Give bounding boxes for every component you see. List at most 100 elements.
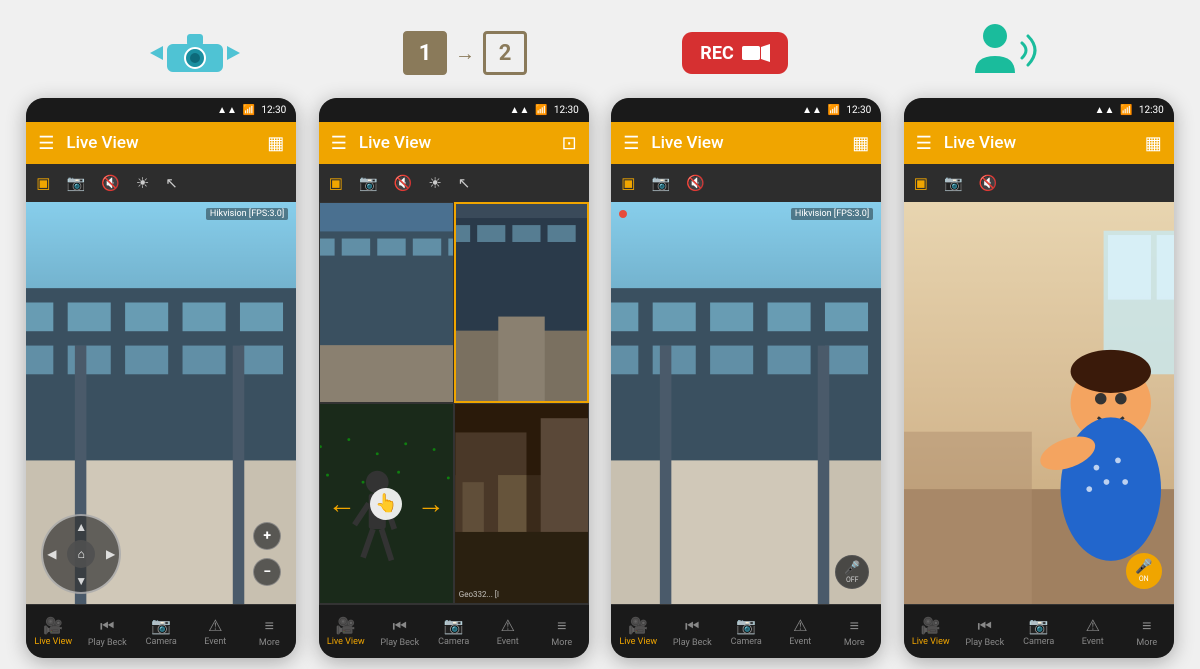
snapshot-icon[interactable]: 📷	[651, 174, 670, 192]
layout-icon[interactable]: ⊡	[562, 133, 577, 154]
dpad-up[interactable]: ▲	[75, 520, 87, 534]
nav-live-view[interactable]: 🎥 Live View	[611, 616, 665, 647]
nav-live-icon: 🎥	[628, 616, 648, 635]
phone2-video-grid: ← 👆 → Geo332... [I	[319, 202, 589, 604]
phone2-app-bar: ☰ Live View ⊡	[319, 122, 589, 164]
nav-live-view[interactable]: 🎥 Live View	[26, 616, 80, 647]
top-icons-row: 1 → 2 REC	[0, 0, 1200, 98]
mic-icon: 🎤	[844, 561, 860, 576]
snapshot-icon[interactable]: 📷	[359, 174, 378, 192]
nav-live-label: Live View	[619, 637, 657, 647]
brightness-icon[interactable]: ☀	[136, 174, 149, 192]
nav-play-label: Play Beck	[965, 638, 1004, 648]
menu-icon[interactable]: ☰	[623, 133, 639, 154]
layout-icon[interactable]: ▦	[852, 133, 869, 154]
mute-icon[interactable]: 🔇	[686, 174, 705, 192]
video-camera-icon	[742, 42, 770, 64]
zoom-out-button[interactable]: −	[253, 558, 281, 586]
nav-event[interactable]: ⚠ Event	[481, 616, 535, 647]
nav-live-view[interactable]: 🎥 Live View	[904, 616, 958, 647]
nav-camera[interactable]: 📷 Camera	[719, 616, 773, 647]
app-title: Live View	[66, 133, 267, 153]
mic-off-badge[interactable]: 🎤 OFF	[835, 555, 869, 589]
phone2-status-bar: ▲▲ 📶 12:30	[319, 98, 589, 122]
nav-camera-icon: 📷	[444, 616, 464, 635]
nav-playback[interactable]: ⏮ Play Beck	[80, 616, 134, 648]
mute-icon[interactable]: 🔇	[101, 174, 120, 192]
pointer-icon[interactable]: ↖	[165, 174, 178, 192]
nav-more[interactable]: ≡ More	[827, 616, 881, 648]
dpad-down[interactable]: ▼	[75, 574, 87, 588]
rec-button-icon: REC	[682, 32, 787, 74]
mute-icon[interactable]: 🔇	[394, 174, 413, 192]
nav-camera-label: Camera	[1023, 637, 1054, 647]
nav-event-icon: ⚠	[208, 616, 222, 635]
nav-more[interactable]: ≡ More	[242, 616, 296, 648]
dpad-right[interactable]: ▶	[106, 547, 115, 561]
dpad-home[interactable]: ⌂	[67, 540, 95, 568]
nav-more[interactable]: ≡ More	[535, 616, 589, 648]
nav-more[interactable]: ≡ More	[1120, 616, 1174, 648]
video-icon[interactable]: ▣	[621, 174, 635, 192]
menu-icon[interactable]: ☰	[916, 133, 932, 154]
zoom-controls: + −	[253, 522, 281, 586]
nav-camera[interactable]: 📷 Camera	[1012, 616, 1066, 647]
zoom-in-button[interactable]: +	[253, 522, 281, 550]
nav-live-icon: 🎥	[921, 616, 941, 635]
menu-icon[interactable]: ☰	[38, 133, 54, 154]
nav-camera[interactable]: 📷 Camera	[134, 616, 188, 647]
grid-cell-3: ← 👆 →	[319, 403, 454, 604]
pointer-icon[interactable]: ↖	[458, 174, 471, 192]
num-switch-icon-container: 1 → 2	[365, 31, 565, 75]
nav-play-label: Play Beck	[673, 638, 712, 648]
phone3-bottom-nav: 🎥 Live View ⏮ Play Beck 📷 Camera ⚠ Event…	[611, 604, 881, 658]
brightness-icon[interactable]: ☀	[428, 174, 441, 192]
two-way-audio-icon	[960, 18, 1050, 88]
video-fps-label: Hikvision [FPS:3.0]	[206, 208, 288, 220]
phone2-bottom-nav: 🎥 Live View ⏮ Play Beck 📷 Camera ⚠ Event…	[319, 604, 589, 658]
app-title: Live View	[944, 133, 1145, 153]
snapshot-icon[interactable]: 📷	[944, 174, 963, 192]
ptz-controls-overlay: ▲ ▼ ◀ ▶ ⌂ + −	[26, 504, 296, 604]
mic-on-badge[interactable]: 🎤 ON	[1126, 553, 1162, 589]
nav-more-icon: ≡	[850, 616, 859, 636]
dpad-left[interactable]: ◀	[47, 547, 56, 561]
signal-icon: ▲▲	[802, 105, 822, 116]
nav-event[interactable]: ⚠ Event	[773, 616, 827, 647]
directional-pad[interactable]: ▲ ▼ ◀ ▶ ⌂	[41, 514, 121, 594]
phone-4: ▲▲ 📶 12:30 ☰ Live View ▦ ▣ 📷 🔇	[904, 98, 1174, 658]
phone1-app-bar: ☰ Live View ▦	[26, 122, 296, 164]
nav-live-label: Live View	[327, 637, 365, 647]
snapshot-icon[interactable]: 📷	[66, 174, 85, 192]
layout-icon[interactable]: ▦	[1145, 133, 1162, 154]
signal-icon: ▲▲	[510, 105, 530, 116]
phone4-video-area: 🎤 ON	[904, 202, 1174, 604]
video-icon[interactable]: ▣	[914, 174, 928, 192]
time-display: 12:30	[554, 105, 579, 116]
phone1-bottom-nav: 🎥 Live View ⏮ Play Beck 📷 Camera ⚠ Event…	[26, 604, 296, 658]
phone-3: ▲▲ 📶 12:30 ☰ Live View ▦ ▣ 📷 🔇	[611, 98, 881, 658]
nav-playback[interactable]: ⏮ Play Beck	[958, 616, 1012, 648]
swipe-right-arrow: →	[417, 487, 445, 520]
video-icon[interactable]: ▣	[36, 174, 50, 192]
nav-event-label: Event	[204, 637, 226, 647]
nav-event-label: Event	[1082, 637, 1104, 647]
mute-icon[interactable]: 🔇	[979, 174, 998, 192]
video-icon[interactable]: ▣	[329, 174, 343, 192]
nav-more-icon: ≡	[1142, 616, 1151, 636]
nav-more-label: More	[551, 638, 572, 648]
phone1-toolbar: ▣ 📷 🔇 ☀ ↖	[26, 164, 296, 202]
time-display: 12:30	[1139, 105, 1164, 116]
dpad-circle[interactable]: ▲ ▼ ◀ ▶ ⌂	[41, 514, 121, 594]
grid-cell-4-label: Geo332... [I	[459, 590, 499, 599]
nav-camera[interactable]: 📷 Camera	[427, 616, 481, 647]
nav-playback[interactable]: ⏮ Play Beck	[665, 616, 719, 648]
nav-event[interactable]: ⚠ Event	[188, 616, 242, 647]
nav-playback[interactable]: ⏮ Play Beck	[373, 616, 427, 648]
nav-event-icon: ⚠	[793, 616, 807, 635]
layout-icon[interactable]: ▦	[267, 133, 284, 154]
menu-icon[interactable]: ☰	[331, 133, 347, 154]
nav-live-label: Live View	[912, 637, 950, 647]
nav-live-view[interactable]: 🎥 Live View	[319, 616, 373, 647]
nav-event[interactable]: ⚠ Event	[1066, 616, 1120, 647]
